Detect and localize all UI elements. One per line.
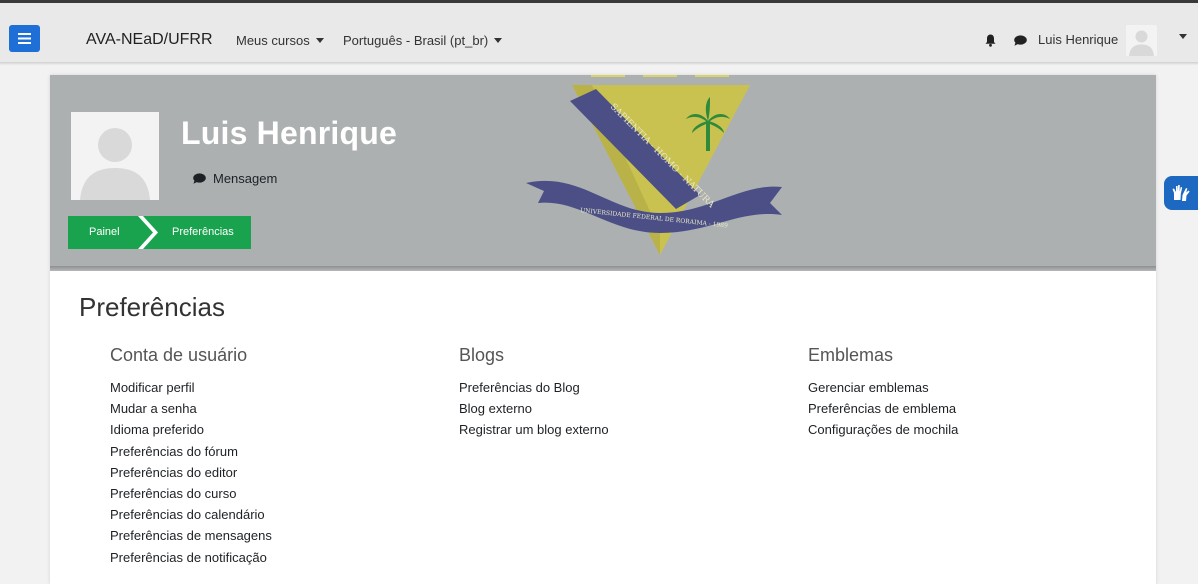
breadcrumb-item-preferencias[interactable]: Preferências <box>146 216 251 249</box>
link-calendar-preferences[interactable]: Preferências do calendário <box>110 504 272 525</box>
breadcrumb-item-painel[interactable]: Painel <box>68 216 146 249</box>
link-backpack-settings[interactable]: Configurações de mochila <box>808 419 958 440</box>
link-edit-profile[interactable]: Modificar perfil <box>110 377 272 398</box>
page-header: SAPIENTIA - HOMO - NATURA UNIVERSIDADE F… <box>50 75 1156 271</box>
link-forum-preferences[interactable]: Preferências do fórum <box>110 441 272 462</box>
accessibility-button[interactable] <box>1164 176 1198 210</box>
page-card: SAPIENTIA - HOMO - NATURA UNIVERSIDADE F… <box>50 75 1156 584</box>
column-user-account: Conta de usuário Modificar perfil Mudar … <box>110 345 272 568</box>
my-courses-menu[interactable]: Meus cursos <box>236 33 324 48</box>
link-message-preferences[interactable]: Preferências de mensagens <box>110 525 272 546</box>
profile-name: Luis Henrique <box>181 115 397 151</box>
column-badges: Emblemas Gerenciar emblemas Preferências… <box>808 345 958 441</box>
user-avatar[interactable] <box>1126 25 1157 56</box>
navbar-shadow <box>0 62 1198 65</box>
chat-icon <box>193 173 206 184</box>
university-emblem-logo: SAPIENTIA - HOMO - NATURA UNIVERSIDADE F… <box>526 75 782 255</box>
header-divider <box>50 266 1156 271</box>
link-external-blog[interactable]: Blog externo <box>459 398 609 419</box>
bell-icon[interactable] <box>985 34 996 47</box>
profile-picture[interactable] <box>71 112 159 200</box>
hamburger-icon <box>18 33 31 44</box>
link-manage-badges[interactable]: Gerenciar emblemas <box>808 377 958 398</box>
chevron-down-icon[interactable] <box>1179 34 1187 39</box>
link-blog-preferences[interactable]: Preferências do Blog <box>459 377 609 398</box>
message-label: Mensagem <box>213 171 278 186</box>
link-change-password[interactable]: Mudar a senha <box>110 398 272 419</box>
breadcrumb: Painel Preferências <box>68 216 251 249</box>
link-register-external-blog[interactable]: Registrar um blog externo <box>459 419 609 440</box>
language-menu[interactable]: Português - Brasil (pt_br) <box>343 33 503 48</box>
link-course-preferences[interactable]: Preferências do curso <box>110 483 272 504</box>
accessibility-hands-icon <box>1172 185 1190 201</box>
user-menu-name[interactable]: Luis Henrique <box>1038 32 1118 47</box>
message-button[interactable]: Mensagem <box>193 171 277 186</box>
link-editor-preferences[interactable]: Preferências do editor <box>110 462 272 483</box>
top-navbar: AVA-NEaD/UFRR Meus cursos Português - Br… <box>0 0 1198 65</box>
chat-icon[interactable] <box>1014 35 1027 46</box>
site-name-link[interactable]: AVA-NEaD/UFRR <box>86 31 213 49</box>
column-heading: Blogs <box>459 345 505 365</box>
user-avatar-icon <box>1126 25 1157 56</box>
link-preferred-language[interactable]: Idioma preferido <box>110 419 272 440</box>
breadcrumb-separator-icon <box>138 216 158 249</box>
column-heading: Emblemas <box>808 345 894 365</box>
link-notification-preferences[interactable]: Preferências de notificação <box>110 547 272 568</box>
nav-drawer-button[interactable] <box>9 25 40 52</box>
chevron-down-icon <box>315 38 324 44</box>
column-blogs: Blogs Preferências do Blog Blog externo … <box>459 345 609 441</box>
user-avatar-icon <box>71 112 159 200</box>
my-courses-label: Meus cursos <box>236 33 310 48</box>
page-title: Preferências <box>79 292 225 322</box>
link-badge-preferences[interactable]: Preferências de emblema <box>808 398 958 419</box>
chevron-down-icon <box>494 38 503 44</box>
language-label: Português - Brasil (pt_br) <box>343 33 489 48</box>
column-heading: Conta de usuário <box>110 345 248 365</box>
